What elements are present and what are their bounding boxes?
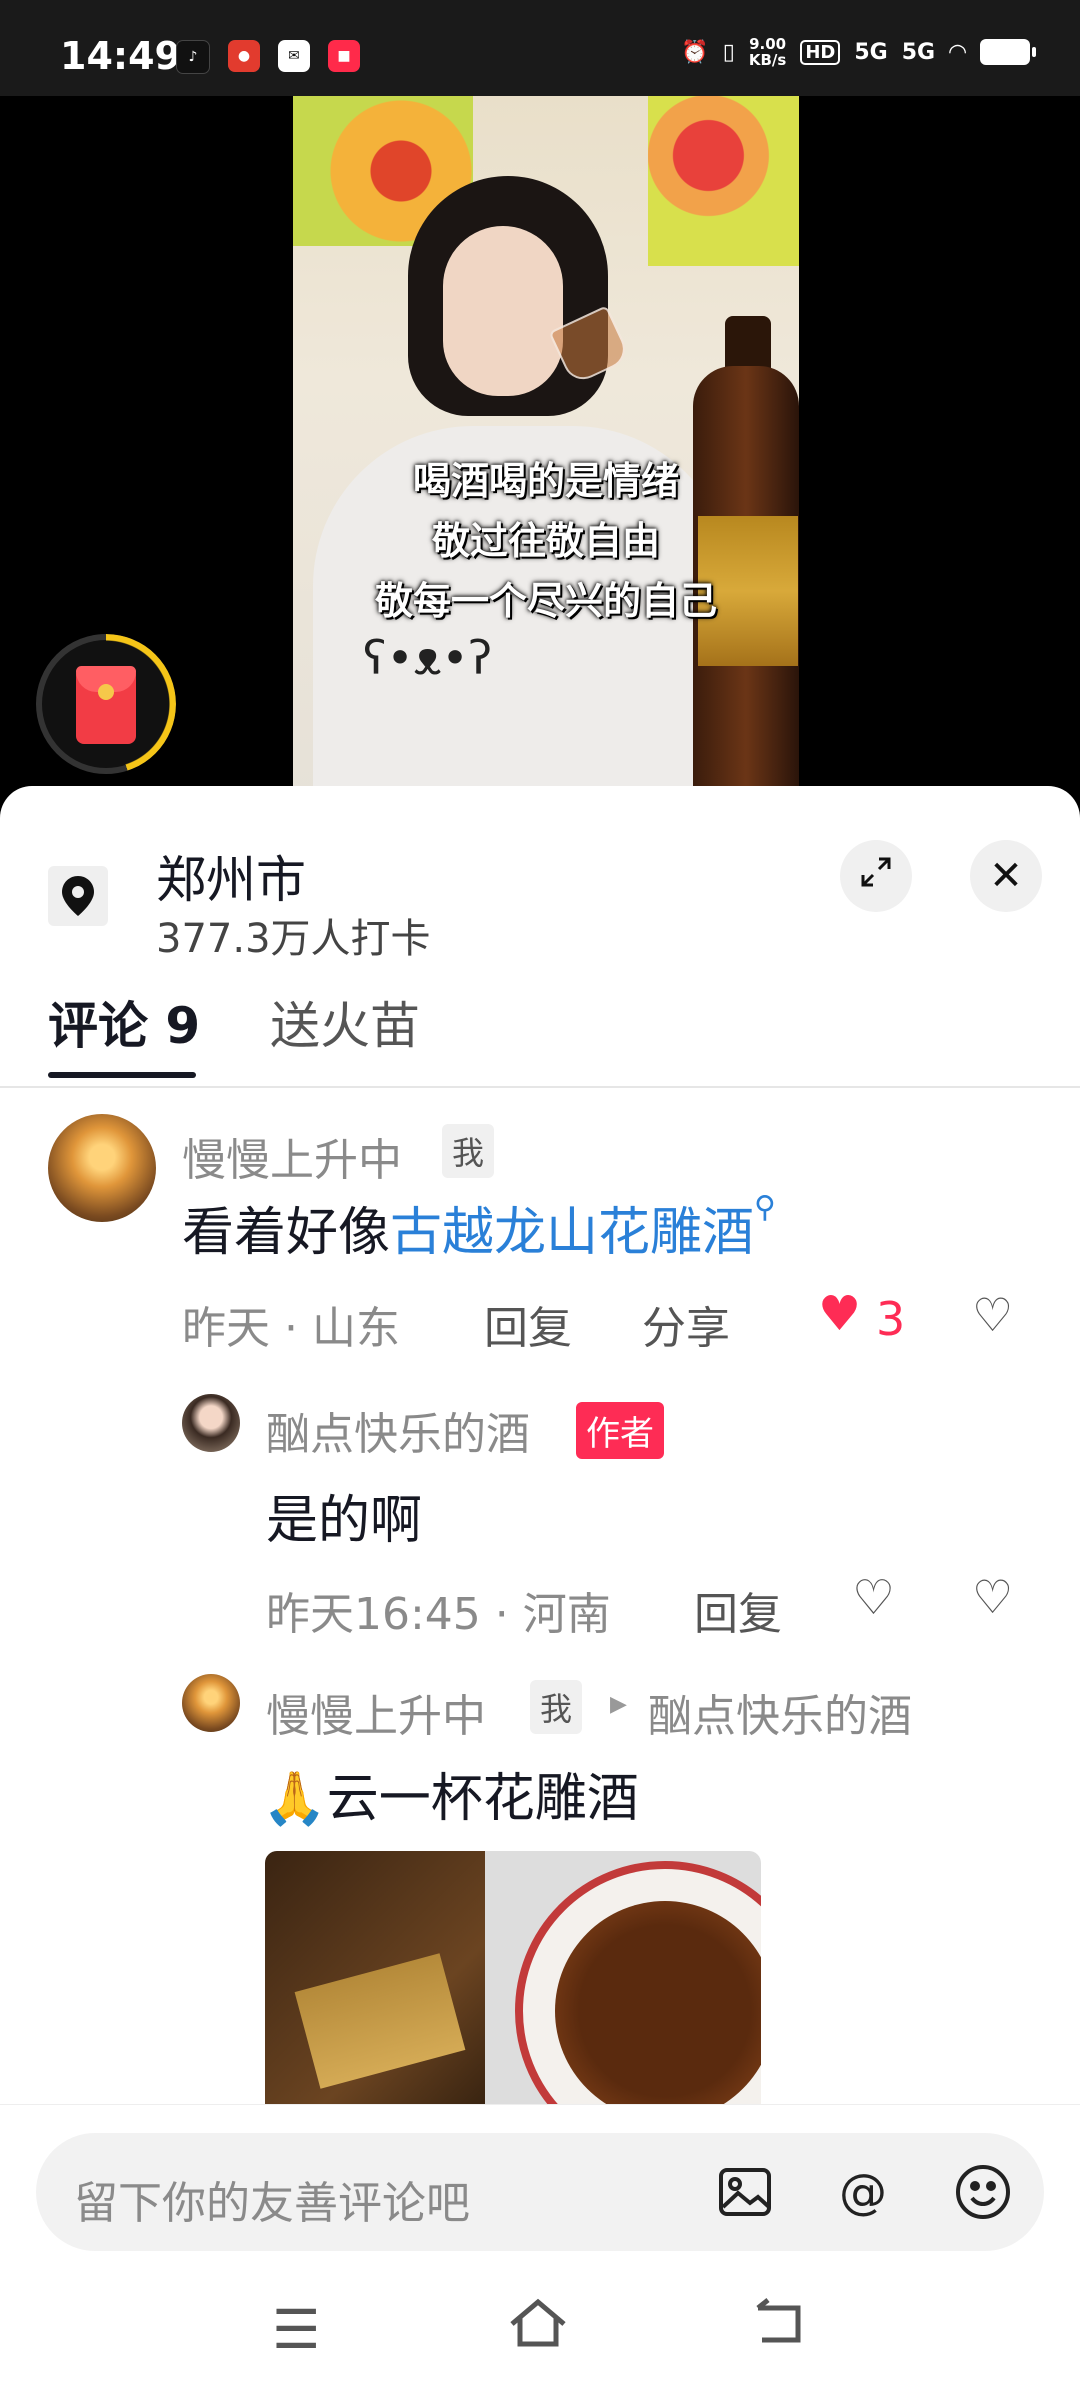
search-link[interactable]: 古越龙山花雕酒 <box>390 1203 754 1263</box>
expand-icon <box>859 855 893 898</box>
signal-5g-icon-2: 5G <box>901 39 936 65</box>
comment-username[interactable]: 酗点快乐的酒 <box>266 1398 530 1462</box>
red-packet-button[interactable] <box>36 634 176 774</box>
menu-icon[interactable]: ☰ <box>272 2298 320 2361</box>
person-face <box>443 226 563 396</box>
reply-to-username[interactable]: 酗点快乐的酒 <box>648 1680 912 1744</box>
author-badge: 作者 <box>576 1402 664 1459</box>
comment-username[interactable]: 慢慢上升中 <box>182 1124 402 1188</box>
status-right: ⏰ ▯ 9.00 KB/s HD 5G 5G ◠ <box>681 35 1036 69</box>
expand-button[interactable] <box>840 840 912 912</box>
like-heart-icon[interactable]: ♡ <box>852 1570 895 1626</box>
wall-painting-2 <box>648 96 799 266</box>
system-nav-bar: ☰ <box>0 2274 1080 2400</box>
app-notification-icon: ● <box>228 40 260 72</box>
photo-wine <box>555 1901 761 2121</box>
comment-text: 🙏云一杯花雕酒 <box>262 1769 639 1829</box>
red-envelope-icon <box>76 666 136 744</box>
douyin-app-icon: ♪ <box>176 40 210 74</box>
avatar[interactable] <box>48 1114 156 1222</box>
status-bar: 14:49 ♪ ● ✉ ■ ⏰ ▯ 9.00 KB/s HD 5G 5G ◠ <box>0 0 1080 96</box>
comment-text: 是的啊 <box>266 1491 423 1551</box>
emoji-icon[interactable] <box>950 2159 1016 2225</box>
red-app-icon: ■ <box>328 40 360 72</box>
comment-meta: 昨天 · 山东 <box>182 1303 400 1354</box>
avatar[interactable] <box>182 1674 240 1732</box>
me-badge: 我 <box>442 1124 495 1178</box>
like-heart-icon[interactable]: ♥ <box>818 1286 861 1342</box>
signal-5g-icon: 5G <box>854 39 888 65</box>
close-icon: ✕ <box>989 853 1023 899</box>
comment-input-bar: 留下你的友善评论吧 @ <box>0 2104 1080 2275</box>
tab-underline <box>48 1072 196 1078</box>
reply-arrow-icon: ▶ <box>610 1692 627 1717</box>
reply-button[interactable]: 回复 <box>694 1578 782 1642</box>
avatar[interactable] <box>182 1394 240 1452</box>
alarm-icon: ⏰ <box>681 39 709 65</box>
home-icon[interactable] <box>508 2298 568 2361</box>
location-title[interactable]: 郑州市 <box>156 840 306 912</box>
comment-input-placeholder: 留下你的友善评论吧 <box>74 2178 470 2229</box>
location-pin-icon <box>48 866 108 926</box>
tab-send-fire[interactable]: 送火苗 <box>270 986 420 1058</box>
video-caption: 喝酒喝的是情绪 敬过往敬自由 敬每一个尽兴的自己 <box>374 459 717 623</box>
video-player[interactable]: ʕ•ᴥ•ʔ 喝酒喝的是情绪 敬过往敬自由 敬每一个尽兴的自己 <box>0 96 1080 806</box>
image-icon[interactable] <box>712 2159 778 2225</box>
at-icon[interactable]: @ <box>830 2159 896 2225</box>
back-icon[interactable] <box>754 2298 806 2361</box>
me-badge: 我 <box>530 1680 583 1734</box>
network-speed: 9.00 KB/s <box>748 35 787 69</box>
share-button[interactable]: 分享 <box>642 1292 730 1356</box>
dislike-icon[interactable]: ♡ <box>972 1288 1013 1342</box>
vibrate-icon: ▯ <box>722 39 735 65</box>
wifi-icon: ◠ <box>949 39 966 65</box>
comment-meta: 昨天16:45 · 河南 <box>266 1589 611 1640</box>
comment-text: 看着好像古越龙山花雕酒⚲ <box>182 1190 777 1263</box>
reply-button[interactable]: 回复 <box>484 1292 572 1356</box>
battery-icon <box>980 39 1036 65</box>
comment-input[interactable]: 留下你的友善评论吧 @ <box>36 2133 1044 2251</box>
status-time: 14:49 <box>60 34 181 78</box>
like-count: 3 <box>876 1292 906 1346</box>
tab-comments[interactable]: 评论 9 <box>48 986 200 1058</box>
emoji-icon: 🙏 <box>262 1769 327 1829</box>
dislike-icon[interactable]: ♡ <box>972 1570 1013 1624</box>
location-checkin-count: 377.3万人打卡 <box>156 916 431 962</box>
comment-tabs: 评论 9 送火苗 <box>0 976 1080 1088</box>
comment-username[interactable]: 慢慢上升中 <box>266 1680 486 1744</box>
video-frame[interactable]: ʕ•ᴥ•ʔ 喝酒喝的是情绪 敬过往敬自由 敬每一个尽兴的自己 <box>293 96 799 806</box>
close-button[interactable]: ✕ <box>970 840 1042 912</box>
bear-print-icon: ʕ•ᴥ•ʔ <box>363 631 492 691</box>
search-icon[interactable]: ⚲ <box>754 1190 776 1225</box>
message-icon: ✉ <box>278 40 310 72</box>
status-app-icons: ♪ ● ✉ ■ <box>176 40 360 74</box>
hd-icon: HD <box>800 39 841 65</box>
